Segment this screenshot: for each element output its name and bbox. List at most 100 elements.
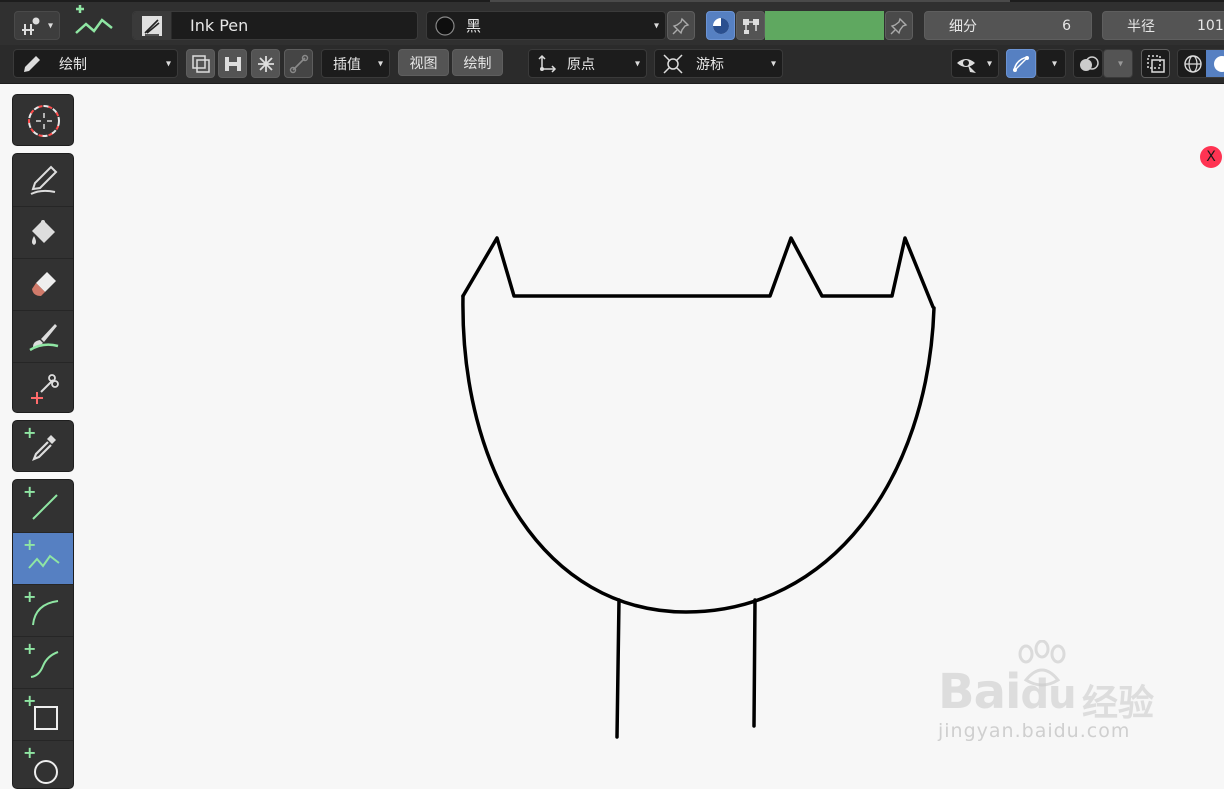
add-icon: + <box>23 639 37 658</box>
object-visibility-dropdown[interactable]: ▾ <box>951 49 999 78</box>
cat-legs-stroke <box>615 598 757 739</box>
pin-icon <box>890 17 908 35</box>
axis-x-label: X <box>1206 149 1216 165</box>
chevron-down-icon: ▾ <box>634 58 640 69</box>
origin-label: 原点 <box>567 56 595 73</box>
tool-line[interactable]: + <box>13 480 73 531</box>
xray-toggle[interactable] <box>1141 49 1170 78</box>
view-label: 视图 <box>409 55 438 72</box>
watermark-brand-tail: du <box>1020 672 1076 718</box>
chevron-down-icon: ▾ <box>1051 58 1057 69</box>
gizmo-icon <box>1011 54 1031 74</box>
cursor-icon <box>26 103 62 139</box>
pencil-icon <box>21 53 43 75</box>
subdivision-value: 6 <box>1062 17 1071 34</box>
overlay-toggle[interactable] <box>1073 49 1103 78</box>
stroke-placement-dropdown[interactable]: 原点 ▾ <box>528 49 647 78</box>
tool-group-cursor <box>12 94 74 146</box>
tool-fill[interactable] <box>13 206 73 258</box>
tool-group-primitives: + + + + + + <box>12 479 74 789</box>
watermark: Baidu 经验 jingyan.baidu.com <box>930 640 1220 750</box>
radius-field[interactable]: 半径 101 <box>1102 11 1224 40</box>
cursor-target-icon <box>662 53 684 75</box>
header-bar: ▾ Ink Pen 黑 ▾ 细分 6 半径 101 <box>0 0 1224 45</box>
chevron-down-icon: ▾ <box>165 58 171 69</box>
cutter-icon <box>27 372 61 406</box>
material-selector[interactable]: 黑 ▾ <box>426 11 666 40</box>
color-swatch[interactable] <box>765 11 884 40</box>
view-menu[interactable]: 视图 <box>398 49 449 76</box>
wireframe-globe-icon[interactable] <box>1182 53 1204 75</box>
editor-type-dropdown[interactable]: ▾ <box>14 11 60 40</box>
overlap-squares-icon <box>191 54 211 74</box>
chevron-down-icon: ▾ <box>653 20 659 31</box>
add-icon: + <box>23 535 37 554</box>
add-icon: + <box>23 587 37 606</box>
tool-arc[interactable]: + <box>13 584 73 636</box>
watermark-url: jingyan.baidu.com <box>938 720 1131 742</box>
color-mode-vertex-button[interactable] <box>736 11 765 40</box>
chevron-down-icon: ▾ <box>377 58 383 69</box>
shading-sphere-icon <box>711 16 731 36</box>
gizmo-dropdown[interactable]: ▾ <box>1036 49 1066 78</box>
shading-mode-group[interactable] <box>1177 49 1224 78</box>
tool-eyedropper[interactable]: + <box>13 421 73 471</box>
subdivision-label: 细分 <box>949 18 977 35</box>
pencil-draw-icon <box>27 163 61 197</box>
draw-menu[interactable]: 绘制 <box>452 49 503 76</box>
tint-brush-icon <box>27 320 61 354</box>
tool-cutter[interactable] <box>13 362 73 412</box>
guide-icon <box>289 54 309 74</box>
add-icon: + <box>23 691 37 710</box>
origin-axes-icon <box>536 53 558 75</box>
radius-label: 半径 <box>1127 18 1155 35</box>
watermark-brand: Baidu <box>938 664 1077 720</box>
tool-curve[interactable]: + <box>13 636 73 688</box>
brush-name: Ink Pen <box>190 16 249 35</box>
tool-circle[interactable]: + <box>13 740 73 788</box>
brush-selector[interactable]: Ink Pen <box>132 11 418 40</box>
mode-label: 绘制 <box>59 56 87 73</box>
mode-dropdown[interactable]: 绘制 ▾ <box>13 49 178 78</box>
xray-icon <box>1146 54 1166 74</box>
multiframe-button[interactable] <box>186 49 215 78</box>
gizmo-toggle[interactable] <box>1006 49 1036 78</box>
polyline-tool-icon <box>72 5 116 41</box>
grease-pencil-editor-icon <box>19 15 43 37</box>
drawing-plane-dropdown[interactable]: 游标 ▾ <box>654 49 783 78</box>
chevron-down-icon: ▾ <box>770 58 776 69</box>
interpolate-menu[interactable]: 插值 ▾ <box>321 49 390 78</box>
asterisk-icon <box>256 54 276 74</box>
guide-button[interactable] <box>284 49 313 78</box>
merge-icon <box>223 54 243 74</box>
color-mode-material-button[interactable] <box>706 11 735 40</box>
pin-color-button[interactable] <box>885 11 913 40</box>
tool-draw[interactable] <box>13 154 73 205</box>
auto-merge-button[interactable] <box>218 49 247 78</box>
tool-box[interactable]: + <box>13 688 73 740</box>
subdivision-field[interactable]: 细分 6 <box>924 11 1092 40</box>
snap-button[interactable] <box>251 49 280 78</box>
tool-cursor[interactable] <box>13 95 73 145</box>
brush-icon <box>133 12 172 39</box>
material-sphere-icon <box>434 15 456 37</box>
tool-polyline[interactable]: + <box>13 532 73 584</box>
axis-x-gizmo[interactable]: X <box>1200 146 1222 168</box>
radius-value: 101 <box>1197 17 1224 34</box>
tool-erase[interactable] <box>13 258 73 310</box>
watermark-brand-cn: 经验 <box>1082 683 1155 724</box>
add-icon: + <box>23 743 37 762</box>
cursor-label: 游标 <box>696 56 724 73</box>
overlay-dropdown[interactable]: ▾ <box>1103 49 1133 78</box>
pin-icon <box>672 17 690 35</box>
add-icon: + <box>23 482 37 501</box>
chevron-down-icon: ▾ <box>986 58 992 69</box>
solid-shading-icon[interactable] <box>1206 50 1224 77</box>
header-top-line <box>0 0 1224 2</box>
watermark-brand-text: Bai <box>938 664 1021 720</box>
material-name: 黑 <box>466 17 482 35</box>
cat-head-stroke <box>461 236 936 614</box>
tool-tint[interactable] <box>13 310 73 362</box>
pin-material-button[interactable] <box>667 11 695 40</box>
fill-bucket-icon <box>27 216 61 250</box>
